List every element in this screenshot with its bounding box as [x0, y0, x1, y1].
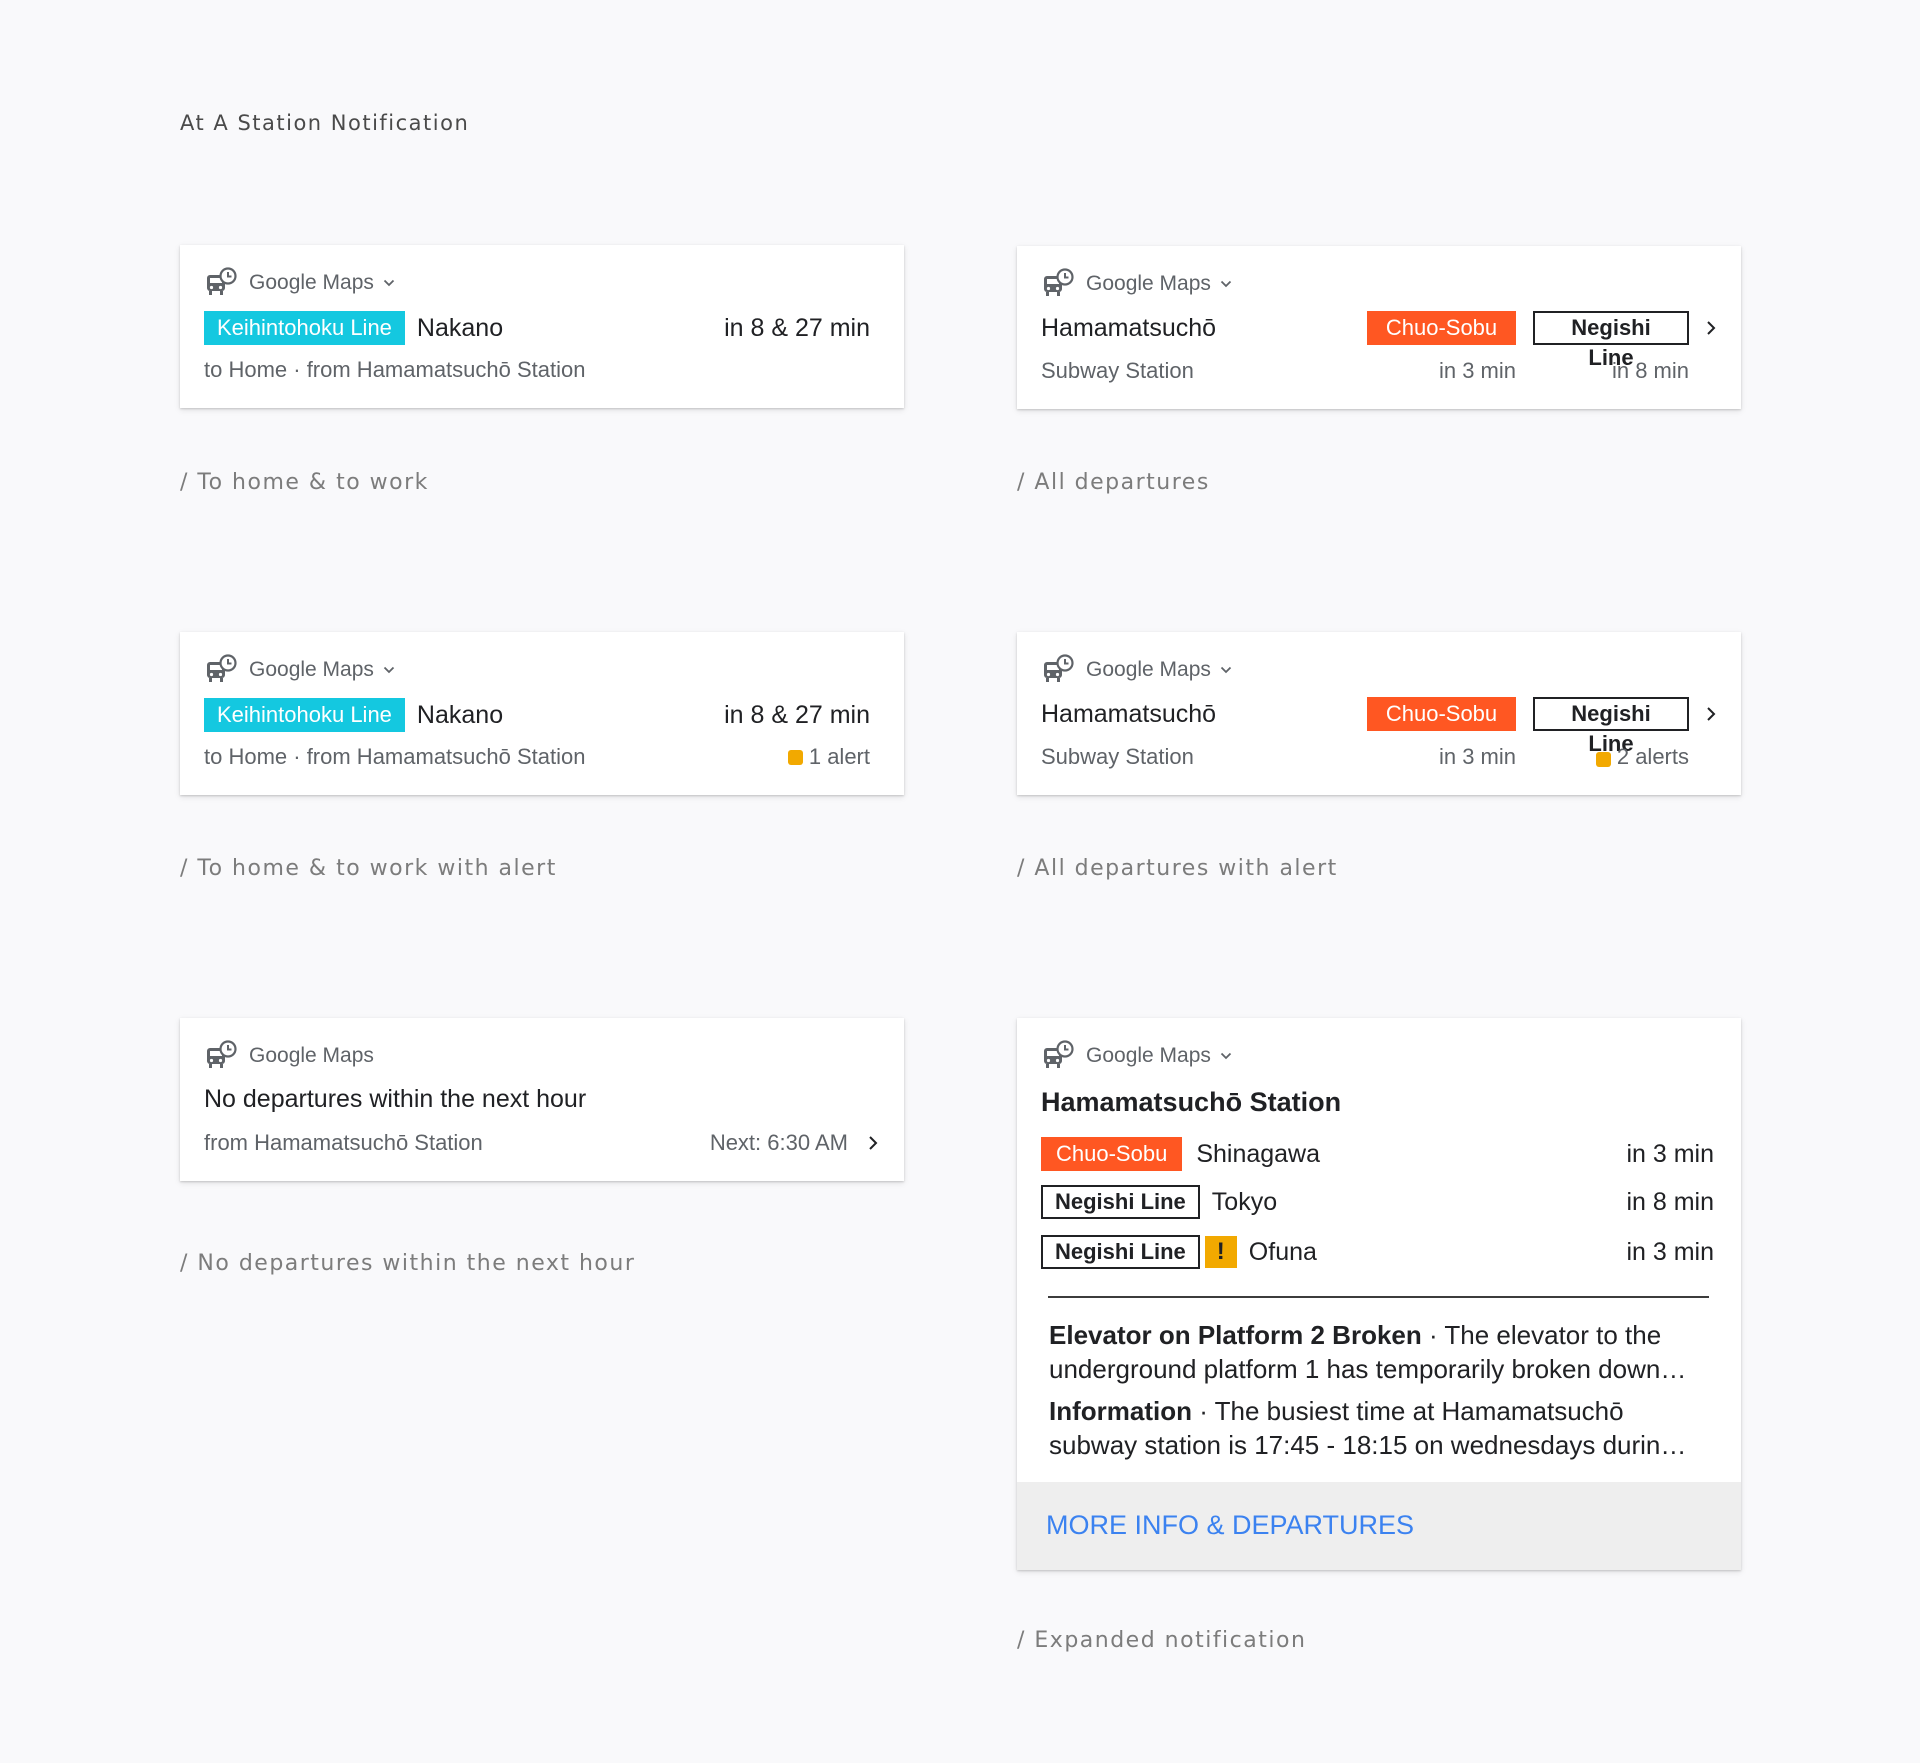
chevron-down-icon[interactable] — [1219, 663, 1233, 677]
transit-clock-icon — [1044, 654, 1074, 682]
departure-time: in 3 min — [1438, 358, 1516, 383]
notification-header: Google Maps — [205, 266, 396, 300]
departure-time: in 3 min — [1626, 1139, 1714, 1168]
destination: Ofuna — [1248, 1237, 1317, 1266]
departure-row[interactable]: Negishi Line Tokyo in 8 min — [1041, 1184, 1714, 1220]
station-title-row: Hamamatsuchō Station — [1041, 1084, 1707, 1120]
caption-all-departures-alert: / All departures with alert — [1017, 856, 1338, 881]
line-badge: Chuo-Sobu — [1367, 311, 1516, 345]
chevron-down-icon[interactable] — [1219, 1049, 1233, 1063]
notification-all-departures[interactable]: Google Maps Hamamatsuchō Chuo-Sobu Negis… — [1017, 246, 1741, 409]
app-name: Google Maps — [249, 271, 374, 294]
alert-icon — [787, 749, 803, 765]
transit-clock-icon — [1044, 1040, 1074, 1068]
caption-expanded: / Expanded notification — [1017, 1628, 1307, 1653]
transit-clock-icon — [1044, 268, 1074, 296]
destination: Tokyo — [1211, 1187, 1278, 1216]
transit-clock-icon — [207, 1040, 237, 1068]
route-subtitle: to Home · from Hamamatsuchō Station — [204, 744, 586, 769]
line-badge: Keihintohoku Line — [204, 698, 405, 732]
notification-title: No departures within the next hour — [204, 1084, 587, 1113]
station-type: Subway Station — [1041, 744, 1194, 769]
departure-row: Keihintohoku Line Nakano in 8 & 27 min — [204, 697, 870, 733]
alert-count: 2 alerts — [1616, 744, 1689, 769]
departure-time: in 8 min — [1626, 1187, 1714, 1216]
subtitle-row: Subway Station in 3 min 2 alerts — [1041, 742, 1689, 772]
line-badge: Negishi Line — [1041, 1235, 1200, 1269]
destination: Nakano — [416, 313, 504, 342]
subtitle-row: from Hamamatsuchō Station Next: 6:30 AM — [204, 1128, 848, 1158]
destination: Shinagawa — [1196, 1139, 1321, 1168]
alert-item[interactable]: Elevator on Platform 2 Broken · The elev… — [1049, 1318, 1709, 1386]
caption-no-departures: / No departures within the next hour — [180, 1251, 636, 1276]
caption-home-work: / To home & to work — [180, 470, 429, 495]
notification-footer: MORE INFO & DEPARTURES — [1017, 1482, 1741, 1570]
line-badge: Negishi Line — [1041, 1185, 1200, 1219]
app-name: Google Maps — [1086, 272, 1211, 295]
page-title: At A Station Notification — [180, 111, 470, 135]
alert-item[interactable]: Information · The busiest time at Hamama… — [1049, 1394, 1709, 1462]
chevron-right-icon[interactable] — [1704, 705, 1718, 723]
station-name: Hamamatsuchō — [1041, 313, 1217, 342]
line-badge: Keihintohoku Line — [204, 311, 405, 345]
app-name: Google Maps — [249, 1044, 374, 1067]
chevron-right-icon[interactable] — [866, 1134, 880, 1152]
departure-times: in 8 & 27 min — [724, 313, 870, 342]
departure-time: in 3 min — [1438, 744, 1516, 769]
subtitle-row: Subway Station in 3 min in 8 min — [1041, 356, 1689, 386]
notification-header: Google Maps — [1042, 1039, 1233, 1073]
chevron-down-icon[interactable] — [382, 276, 396, 290]
app-name: Google Maps — [249, 658, 374, 681]
departure-times: in 8 & 27 min — [724, 700, 870, 729]
station-subtitle: from Hamamatsuchō Station — [204, 1130, 483, 1155]
departure-row: Hamamatsuchō Chuo-Sobu Negishi Line — [1041, 310, 1689, 370]
departure-time: in 3 min — [1626, 1237, 1714, 1266]
divider — [1048, 1296, 1709, 1298]
departure-row[interactable]: Negishi Line ! Ofuna in 3 min — [1041, 1234, 1714, 1270]
notification-all-departures-alert[interactable]: Google Maps Hamamatsuchō Chuo-Sobu Negis… — [1017, 632, 1741, 795]
next-departure: Next: 6:30 AM — [709, 1130, 848, 1155]
notification-home-work-alert[interactable]: Google Maps Keihintohoku Line Nakano in … — [180, 632, 904, 795]
caption-home-work-alert: / To home & to work with alert — [180, 856, 557, 881]
chevron-down-icon[interactable] — [382, 663, 396, 677]
notification-no-departures[interactable]: Google Maps No departures within the nex… — [180, 1018, 904, 1181]
alert-title: Information — [1049, 1396, 1192, 1426]
alert-icon — [1595, 752, 1611, 768]
notification-header: Google Maps — [205, 653, 396, 687]
line-badge: Negishi Line — [1533, 311, 1689, 370]
alert-title: Elevator on Platform 2 Broken — [1049, 1320, 1422, 1350]
departure-time: in 8 min — [1611, 358, 1689, 383]
route-subtitle: to Home · from Hamamatsuchō Station — [204, 357, 586, 382]
station-title: Hamamatsuchō Station — [1041, 1086, 1342, 1117]
subtitle-row: to Home · from Hamamatsuchō Station — [204, 355, 870, 385]
notification-header: Google Maps — [1042, 653, 1233, 687]
more-info-button[interactable]: MORE INFO & DEPARTURES — [1046, 1510, 1414, 1541]
chevron-right-icon[interactable] — [1704, 319, 1718, 337]
notification-expanded[interactable]: Google Maps Hamamatsuchō Station Chuo-So… — [1017, 1018, 1741, 1570]
transit-clock-icon — [207, 267, 237, 295]
departure-row[interactable]: Chuo-Sobu Shinagawa in 3 min — [1041, 1136, 1714, 1172]
app-name: Google Maps — [1086, 1044, 1211, 1067]
subtitle-row: to Home · from Hamamatsuchō Station 1 al… — [204, 742, 870, 772]
line-badge: Negishi Line — [1533, 697, 1689, 756]
warning-icon: ! — [1204, 1236, 1237, 1268]
notification-header: Google Maps — [205, 1039, 374, 1073]
destination: Nakano — [416, 700, 504, 729]
title-row: No departures within the next hour — [204, 1081, 870, 1117]
app-name: Google Maps — [1086, 658, 1211, 681]
line-badge: Chuo-Sobu — [1367, 697, 1516, 731]
departure-row: Keihintohoku Line Nakano in 8 & 27 min — [204, 310, 870, 346]
notification-header: Google Maps — [1042, 267, 1233, 301]
line-badge: Chuo-Sobu — [1041, 1137, 1183, 1171]
transit-clock-icon — [207, 654, 237, 682]
alert-count[interactable]: 1 alert — [809, 744, 870, 770]
notification-home-work[interactable]: Google Maps Keihintohoku Line Nakano in … — [180, 245, 904, 408]
station-name: Hamamatsuchō — [1041, 699, 1217, 728]
chevron-down-icon[interactable] — [1219, 277, 1233, 291]
station-type: Subway Station — [1041, 358, 1194, 383]
departure-row: Hamamatsuchō Chuo-Sobu Negishi Line — [1041, 696, 1689, 756]
caption-all-departures: / All departures — [1017, 470, 1210, 495]
alert-indicator[interactable]: 2 alerts — [1533, 744, 1689, 770]
